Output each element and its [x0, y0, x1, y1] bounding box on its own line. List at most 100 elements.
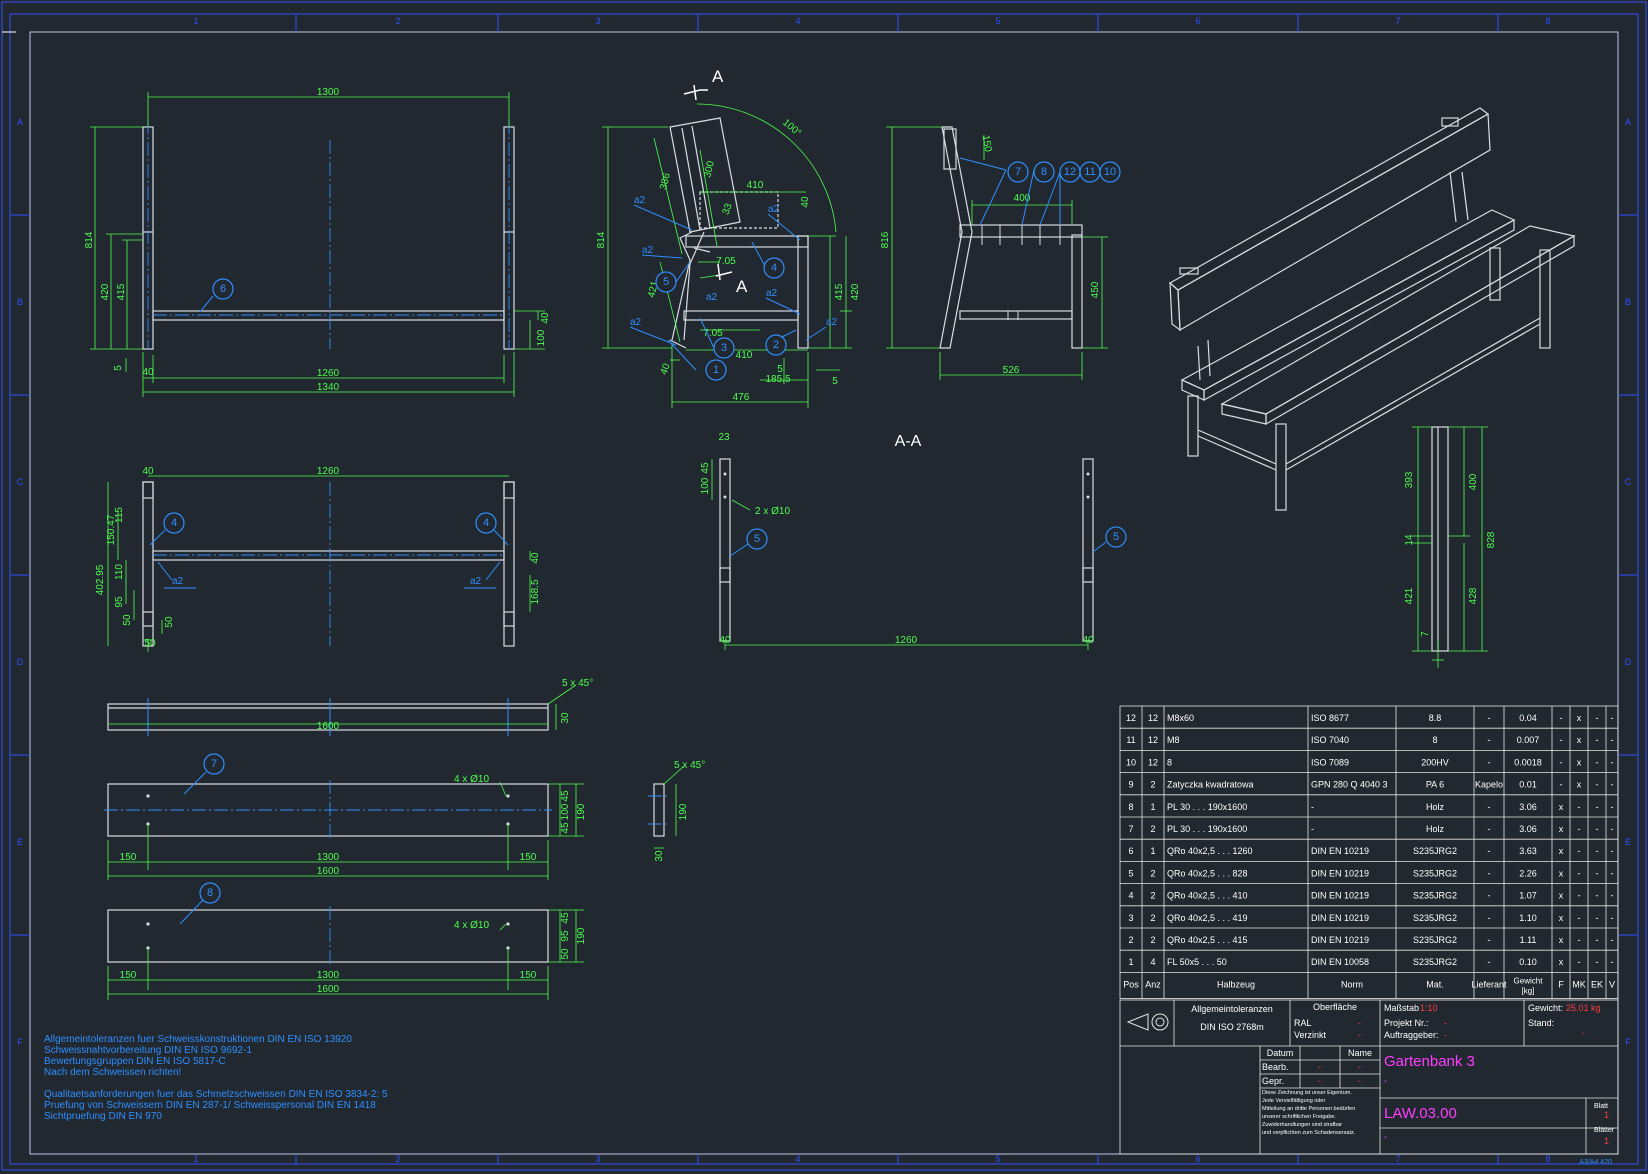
dim-top-40b: 40	[530, 552, 541, 564]
bom-cell: 10	[1126, 757, 1136, 767]
svg-text:4: 4	[483, 517, 489, 529]
bom-cell: DIN EN 10058	[1311, 957, 1369, 967]
bom-cell: 3.06	[1519, 802, 1537, 812]
frame-row-letter: A	[17, 117, 23, 127]
bom-header: Norm	[1341, 979, 1363, 989]
svg-text:3: 3	[721, 342, 727, 354]
bom-header: Pos	[1123, 979, 1139, 989]
dim-side-5b: 5	[832, 376, 838, 387]
bom-cell: QRo 40x2,5 . . . 410	[1167, 891, 1248, 901]
dim-board-chamfer2: 5 x 45°	[674, 760, 705, 771]
bom-cell: -	[1488, 713, 1491, 723]
tb-drawn-name: -	[1358, 1062, 1361, 1072]
bom-cell: 2	[1150, 935, 1155, 945]
svg-text:und verpflichten zum Schadense: und verpflichten zum Schadensersatz.	[1262, 1130, 1356, 1136]
frame-column-number: 5	[995, 16, 1000, 26]
bom-cell: -	[1611, 780, 1614, 790]
dim-section-40b: 40	[1082, 635, 1094, 646]
dim-section-holes: 2 x Ø10	[755, 506, 790, 517]
dim-front-w40: 40	[142, 367, 154, 378]
dim-side-5a: 5	[777, 364, 783, 375]
dim-front-height: 814	[84, 231, 95, 248]
bom-cell: -	[1596, 757, 1599, 767]
bom-cell: FL 50x5 . . . 50	[1167, 957, 1227, 967]
bom-cell: 1	[1150, 802, 1155, 812]
dim-board7-45a: 45	[560, 790, 571, 802]
bom-cell: -	[1596, 913, 1599, 923]
bom-cell: -	[1578, 913, 1581, 923]
bom-header: Anz	[1145, 979, 1161, 989]
bom-cell: Zatyczka kwadratowa	[1167, 780, 1254, 790]
section-a-a-label: A-A	[895, 433, 922, 450]
bom-cell: -	[1488, 913, 1491, 923]
bom-cell: -	[1596, 824, 1599, 834]
bom-cell: 5	[1128, 868, 1133, 878]
bom-cell: -	[1611, 802, 1614, 812]
bom-cell: -	[1596, 891, 1599, 901]
bom-cell: S235JRG2	[1413, 868, 1457, 878]
tb-drawing-sub: -	[1384, 1132, 1387, 1143]
section-mark-bottom: A	[736, 277, 748, 296]
balloons-side2: 7 8 12 11 10	[1007, 161, 1121, 183]
frame-row-letter: E	[1625, 837, 1631, 847]
svg-text:5: 5	[754, 533, 760, 545]
dim-board8-95: 95	[560, 930, 571, 942]
bom-cell: x	[1577, 780, 1582, 790]
bom-cell: ISO 7040	[1311, 735, 1349, 745]
bom-cell: 11	[1126, 735, 1135, 745]
svg-text:7: 7	[211, 758, 217, 770]
drawing-background	[0, 0, 1648, 1174]
svg-text:1: 1	[713, 364, 719, 376]
bom-header: Mat.	[1426, 979, 1444, 989]
bom-cell: 2	[1150, 868, 1155, 878]
dim-side-415: 415	[834, 283, 845, 300]
bom-cell: 3.63	[1519, 846, 1537, 856]
bom-cell: -	[1560, 757, 1563, 767]
svg-text:Schweissnahtvorbereitung DIN E: Schweissnahtvorbereitung DIN EN ISO 9692…	[44, 1045, 252, 1056]
frame-row-letter: D	[17, 657, 24, 667]
dim-top-1260: 1260	[317, 466, 340, 477]
dim-side2-526: 526	[1003, 365, 1020, 376]
dim-board-30b: 30	[654, 850, 665, 862]
bom-header: MK	[1572, 979, 1586, 989]
dim-board7-150b: 150	[520, 852, 537, 863]
dim-board7-45b: 45	[560, 822, 571, 834]
tb-sheets-label: Blätter	[1594, 1127, 1615, 1134]
bom-cell: 2.26	[1519, 868, 1537, 878]
bom-cell: QRo 40x2,5 . . . 415	[1167, 935, 1248, 945]
dim-side2-450: 450	[1090, 281, 1101, 298]
frame-row-letter: A	[1625, 117, 1631, 127]
bom-cell: -	[1578, 957, 1581, 967]
bom-cell: 7	[1128, 824, 1133, 834]
dim-board-190b: 190	[678, 803, 689, 820]
bom-cell: Kapelo	[1475, 780, 1503, 790]
dim-side-410-top: 410	[747, 180, 764, 191]
bom-cell: 0.10	[1519, 957, 1537, 967]
dim-top-50: 50	[122, 614, 133, 626]
dim-board7-1600: 1600	[317, 866, 340, 877]
dim-side-40: 40	[800, 196, 811, 208]
tb-status-value: -	[1582, 1028, 1585, 1038]
tb-date-label: Datum	[1267, 1048, 1294, 1058]
bom-cell: -	[1611, 957, 1614, 967]
dim-front-1340: 1340	[317, 382, 340, 393]
bom-cell: 8	[1167, 757, 1172, 767]
dim-side-420: 420	[850, 283, 861, 300]
bom-cell: S235JRG2	[1413, 846, 1457, 856]
svg-text:a2: a2	[706, 292, 718, 303]
bom-cell: -	[1611, 735, 1614, 745]
bom-cell: -	[1611, 935, 1614, 945]
bom-cell: -	[1560, 780, 1563, 790]
bom-cell: -	[1488, 802, 1491, 812]
bom-cell: DIN EN 10219	[1311, 846, 1369, 856]
dim-leg-393: 393	[1404, 471, 1415, 488]
svg-text:a2: a2	[634, 195, 646, 206]
dim-leg-14: 14	[1404, 534, 1415, 546]
bom-cell: 2	[1150, 913, 1155, 923]
bom-cell: -	[1488, 891, 1491, 901]
tb-surface-label: Oberfläche	[1313, 1002, 1357, 1012]
bom-cell: 8	[1432, 735, 1437, 745]
frame-column-number: 3	[595, 16, 600, 26]
bom-cell: 2	[1150, 780, 1155, 790]
bom-cell: Holz	[1426, 802, 1445, 812]
